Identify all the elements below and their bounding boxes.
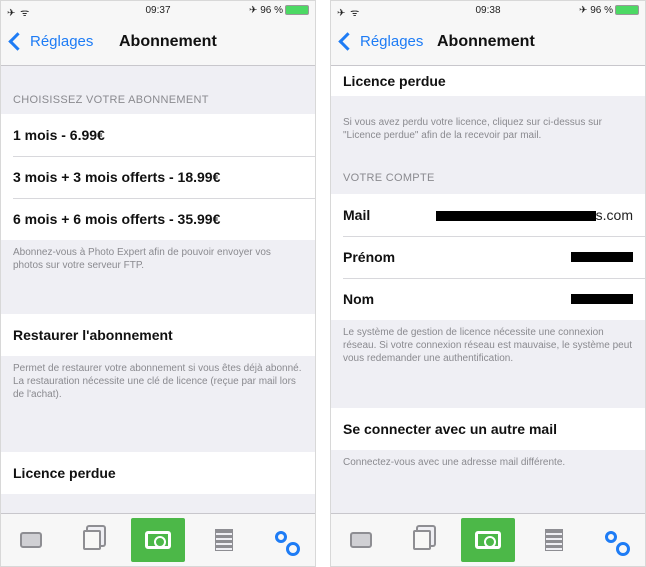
camera-icon xyxy=(144,531,171,549)
plan-group: 1 mois - 6.99€ 3 mois + 3 mois offerts -… xyxy=(1,114,315,240)
back-button[interactable]: Réglages xyxy=(7,32,94,51)
tab-bar xyxy=(331,513,645,566)
settings-list[interactable]: Licence perdue Si vous avez perdu votre … xyxy=(331,66,645,514)
back-label: Réglages xyxy=(30,33,94,50)
last-name-value xyxy=(571,291,633,307)
page-title: Abonnement xyxy=(119,33,217,50)
tab-inbox[interactable] xyxy=(339,520,383,560)
plan-3-months[interactable]: 3 mois + 3 mois offerts - 18.99€ xyxy=(1,156,315,198)
list-icon xyxy=(214,529,233,551)
lost-license-group: Licence perdue xyxy=(331,66,645,96)
chevron-left-icon xyxy=(8,32,27,51)
settings-list[interactable]: CHOISISSEZ VOTRE ABONNEMENT 1 mois - 6.9… xyxy=(1,66,315,514)
tab-settings[interactable] xyxy=(263,520,307,560)
status-bar: ✈ ᯤ 09:37 ✈ 96 % xyxy=(1,1,315,21)
page-title: Abonnement xyxy=(437,33,535,50)
battery-indicator: ✈ 96 % xyxy=(579,5,639,16)
settings-gear-icon xyxy=(604,531,630,556)
connect-other-mail-button[interactable]: Se connecter avec un autre mail xyxy=(331,408,645,450)
tab-camera[interactable] xyxy=(460,518,515,562)
last-name-row[interactable]: Nom xyxy=(331,278,645,320)
section-footer: Connectez-vous avec une adresse mail dif… xyxy=(343,457,566,468)
documents-icon xyxy=(413,530,432,550)
chevron-left-icon xyxy=(338,32,357,51)
mail-value: s.com xyxy=(435,207,633,223)
right-screen: ✈ ᯤ 09:38 ✈ 96 % Réglages Abonnement Lic… xyxy=(330,0,646,567)
tab-list[interactable] xyxy=(532,520,576,560)
lost-license-button[interactable]: Licence perdue xyxy=(331,66,645,96)
left-screen: ✈ ᯤ 09:37 ✈ 96 % Réglages Abonnement CHO… xyxy=(0,0,316,567)
restore-subscription-button[interactable]: Restaurer l'abonnement xyxy=(1,314,315,356)
section-footer: Si vous avez perdu votre licence, clique… xyxy=(343,117,603,141)
battery-indicator: ✈ 96 % xyxy=(249,5,309,16)
last-name-label: Nom xyxy=(343,291,375,307)
section-footer: Le système de gestion de licence nécessi… xyxy=(343,327,633,364)
navigation-bar: Réglages Abonnement xyxy=(1,21,315,66)
navigation-bar: Réglages Abonnement xyxy=(331,21,645,66)
tab-documents[interactable] xyxy=(400,520,444,560)
tab-settings[interactable] xyxy=(593,520,637,560)
first-name-row[interactable]: Prénom xyxy=(331,236,645,278)
battery-icon xyxy=(285,5,309,16)
lost-license-button[interactable]: Licence perdue xyxy=(1,452,315,494)
tab-inbox[interactable] xyxy=(9,520,53,560)
plan-6-months[interactable]: 6 mois + 6 mois offerts - 35.99€ xyxy=(1,198,315,240)
tray-icon xyxy=(20,532,43,548)
list-icon xyxy=(544,529,563,551)
lost-license-group: Licence perdue xyxy=(1,452,315,494)
first-name-label: Prénom xyxy=(343,249,396,265)
tab-bar xyxy=(1,513,315,566)
redaction-bar xyxy=(435,211,596,222)
section-footer: Permet de restaurer votre abonnement si … xyxy=(13,363,302,400)
mail-label: Mail xyxy=(343,207,371,223)
section-footer: Abonnez-vous à Photo Expert afin de pouv… xyxy=(13,247,271,271)
tab-camera[interactable] xyxy=(130,518,185,562)
back-label: Réglages xyxy=(360,33,424,50)
tab-documents[interactable] xyxy=(70,520,114,560)
settings-gear-icon xyxy=(274,531,300,556)
documents-icon xyxy=(83,530,102,550)
other-mail-group: Se connecter avec un autre mail xyxy=(331,408,645,450)
plan-1-month[interactable]: 1 mois - 6.99€ xyxy=(1,114,315,156)
camera-icon xyxy=(474,531,501,549)
redaction-bar xyxy=(571,252,633,262)
restore-group: Restaurer l'abonnement xyxy=(1,314,315,356)
status-bar: ✈ ᯤ 09:38 ✈ 96 % xyxy=(331,1,645,21)
mail-row[interactable]: Mail s.com xyxy=(331,194,645,236)
battery-icon xyxy=(615,5,639,16)
tab-list[interactable] xyxy=(202,520,246,560)
section-header: CHOISISSEZ VOTRE ABONNEMENT xyxy=(13,94,209,106)
redaction-bar xyxy=(571,294,633,304)
back-button[interactable]: Réglages xyxy=(337,32,424,51)
tray-icon xyxy=(350,532,373,548)
first-name-value xyxy=(571,249,633,265)
account-group: Mail s.com Prénom Nom xyxy=(331,194,645,320)
section-header: VOTRE COMPTE xyxy=(343,172,435,184)
